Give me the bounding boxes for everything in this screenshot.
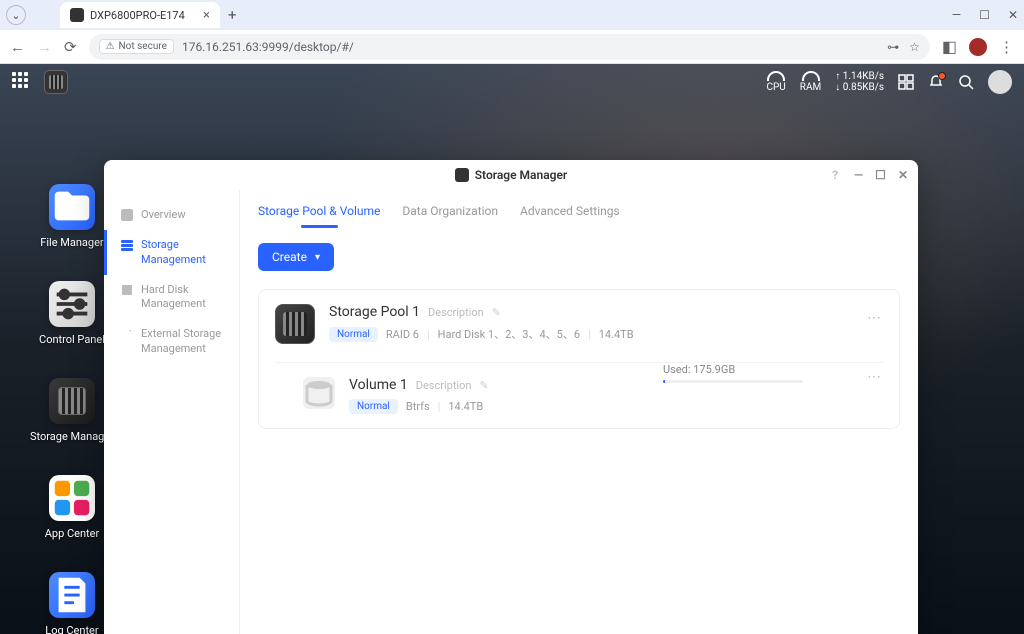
window-maximize-button[interactable]: ☐ <box>875 168 886 182</box>
window-minimize-button[interactable]: — <box>854 168 863 182</box>
notification-badge <box>938 72 946 80</box>
dock-log-center[interactable]: Log Center <box>30 572 114 634</box>
browser-menu-button[interactable]: ⋮ <box>999 38 1014 56</box>
key-icon[interactable]: ⊶ <box>887 40 899 54</box>
dock-storage-manager[interactable]: Storage Manager <box>30 378 114 443</box>
address-bar[interactable]: ⚠ Not secure 176.16.251.63:9999/desktop/… <box>89 34 930 60</box>
notifications-icon[interactable] <box>928 74 944 90</box>
external-icon <box>121 328 133 340</box>
volume-icon <box>303 377 335 409</box>
storage-pool-card: Storage Pool 1 Description ✎ Normal RAID… <box>258 289 900 429</box>
volume-usage: Used: 175.9GB <box>663 363 803 383</box>
back-button[interactable]: ← <box>10 38 25 56</box>
tab-search-button[interactable]: ⌄ <box>6 5 26 25</box>
maximize-button[interactable]: ☐ <box>979 8 990 22</box>
pool-icon <box>275 304 315 344</box>
edit-pool-description-icon[interactable]: ✎ <box>492 306 501 319</box>
volume-size: 14.4TB <box>448 400 483 413</box>
pool-raid: RAID 6 <box>386 328 419 341</box>
tab-bar: Storage Pool & Volume Data Organization … <box>258 200 900 229</box>
window-title: Storage Manager <box>475 168 568 182</box>
sliders-icon <box>49 281 95 327</box>
help-button[interactable]: ? <box>832 168 838 182</box>
browser-titlebar: ⌄ DXP6800PRO-E174 × + — ☐ ✕ <box>0 0 1024 30</box>
security-badge[interactable]: ⚠ Not secure <box>99 39 174 54</box>
folder-icon <box>49 184 95 230</box>
dock-file-manager[interactable]: File Manager <box>30 184 114 249</box>
warning-icon: ⚠ <box>106 41 115 52</box>
new-tab-button[interactable]: + <box>228 6 237 24</box>
volume-name: Volume 1 <box>349 377 408 393</box>
app-center-icon <box>49 475 95 521</box>
nav-storage-management[interactable]: Storage Management <box>104 230 239 275</box>
browser-tab[interactable]: DXP6800PRO-E174 × <box>60 2 220 28</box>
volume-row[interactable]: Volume 1 Description ✎ Normal Btrfs | 14… <box>275 362 883 414</box>
desktop-dock: File Manager Control Panel Storage Manag… <box>30 184 114 634</box>
tab-data-organization[interactable]: Data Organization <box>402 200 498 228</box>
usage-bar <box>663 380 803 383</box>
tab-advanced-settings[interactable]: Advanced Settings <box>520 200 620 228</box>
dock-app-center[interactable]: App Center <box>30 475 114 540</box>
tab-title: DXP6800PRO-E174 <box>90 9 185 22</box>
hdd-icon <box>121 284 133 296</box>
tab-close-icon[interactable]: × <box>203 8 210 23</box>
nas-logo-icon[interactable] <box>44 70 68 94</box>
window-header-icon <box>455 168 469 182</box>
log-icon <box>49 572 95 618</box>
overview-icon <box>121 209 133 221</box>
network-stats[interactable]: ↑ 1.14KB/s ↓ 0.85KB/s <box>835 71 884 93</box>
main-panel: Storage Pool & Volume Data Organization … <box>240 190 918 634</box>
volume-more-button[interactable]: ⋯ <box>867 369 883 385</box>
nas-topbar: CPU RAM ↑ 1.14KB/s ↓ 0.85KB/s <box>0 64 1024 100</box>
pool-description: Description <box>428 306 484 319</box>
storage-manager-window: Storage Manager ? — ☐ ✕ Overview Storage… <box>104 160 918 634</box>
pool-more-button[interactable]: ⋯ <box>867 310 883 326</box>
extensions-icon[interactable]: ◧ <box>942 37 957 56</box>
pool-status-badge: Normal <box>329 327 378 342</box>
window-header[interactable]: Storage Manager ? — ☐ ✕ <box>104 160 918 190</box>
storage-mgmt-icon <box>121 239 133 251</box>
pool-disks: Hard Disk 1、2、3、4、5、6 <box>438 326 580 342</box>
tab-favicon <box>70 8 84 22</box>
nas-desktop: CPU RAM ↑ 1.14KB/s ↓ 0.85KB/s <box>0 64 1024 634</box>
pool-name: Storage Pool 1 <box>329 304 420 320</box>
reload-button[interactable]: ⟳ <box>64 38 77 56</box>
window-close-button[interactable]: ✕ <box>898 168 908 182</box>
widgets-icon[interactable] <box>898 74 914 90</box>
volume-status-badge: Normal <box>349 399 398 414</box>
user-avatar[interactable] <box>988 70 1012 94</box>
dock-control-panel[interactable]: Control Panel <box>30 281 114 346</box>
profile-button[interactable] <box>969 38 987 56</box>
side-navigation: Overview Storage Management Hard Disk Ma… <box>104 190 240 634</box>
nav-overview[interactable]: Overview <box>104 200 239 230</box>
ram-meter[interactable]: RAM <box>800 71 821 93</box>
create-button[interactable]: Create <box>258 243 334 271</box>
tab-storage-pool-volume[interactable]: Storage Pool & Volume <box>258 200 380 228</box>
bookmark-icon[interactable]: ☆ <box>909 40 920 54</box>
storage-icon <box>49 378 95 424</box>
volume-fs: Btrfs <box>406 400 430 413</box>
search-icon[interactable] <box>958 74 974 90</box>
browser-toolbar: ← → ⟳ ⚠ Not secure 176.16.251.63:9999/de… <box>0 30 1024 64</box>
url-text: 176.16.251.63:9999/desktop/#/ <box>182 40 354 54</box>
nav-hard-disk-management[interactable]: Hard Disk Management <box>104 275 239 320</box>
forward-button[interactable]: → <box>37 38 52 56</box>
storage-pool-row[interactable]: Storage Pool 1 Description ✎ Normal RAID… <box>275 304 883 344</box>
edit-volume-description-icon[interactable]: ✎ <box>479 379 488 392</box>
apps-grid-button[interactable] <box>12 72 32 92</box>
nav-external-storage[interactable]: External Storage Management <box>104 319 239 364</box>
pool-size: 14.4TB <box>599 328 634 341</box>
cpu-meter[interactable]: CPU <box>766 71 785 93</box>
volume-description: Description <box>416 379 472 392</box>
minimize-button[interactable]: — <box>952 8 961 22</box>
close-button[interactable]: ✕ <box>1008 8 1018 22</box>
window-controls: — ☐ ✕ <box>952 8 1018 22</box>
